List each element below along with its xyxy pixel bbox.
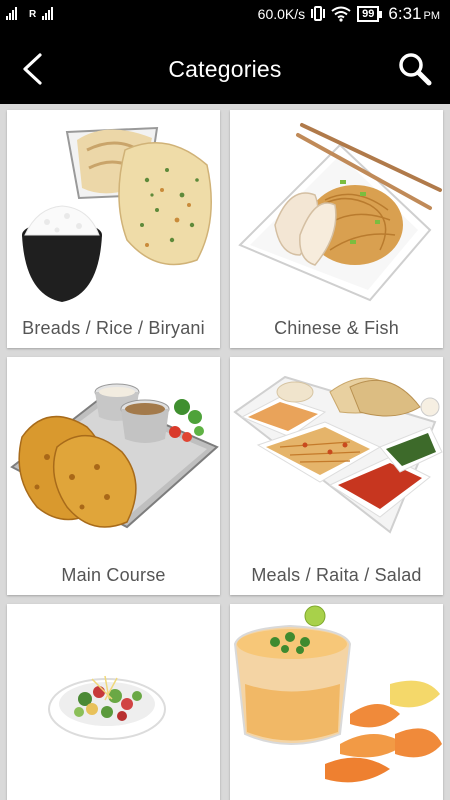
battery-icon: 99 [357, 6, 383, 22]
signal-icon [6, 6, 17, 20]
meals-raita-salad-image [233, 375, 443, 534]
breads-rice-image [22, 126, 212, 302]
signal-icon-2 [42, 6, 54, 20]
vibrate-icon [311, 5, 326, 23]
category-card-salad[interactable] [7, 604, 220, 800]
battery-level: 99 [357, 6, 380, 22]
soup-dessert-image [233, 605, 442, 783]
category-grid: Breads / Rice / Biryani Chinese & Fish M… [0, 104, 450, 800]
search-button[interactable] [392, 46, 438, 92]
category-card-soup[interactable] [230, 604, 443, 800]
search-icon [399, 53, 432, 86]
signal-label-2: R [29, 9, 37, 20]
category-label: Breads / Rice / Biryani [22, 318, 205, 338]
app-toolbar: Categories [0, 34, 450, 104]
salad-bowl-image [48, 675, 166, 740]
category-card-meals-raita-salad[interactable]: Meals / Raita / Salad [230, 357, 443, 595]
page-title: Categories [168, 56, 282, 82]
category-label: Chinese & Fish [274, 318, 399, 338]
chinese-fish-image [238, 123, 442, 302]
status-right: 60.0K/s 99 6:31 PM [258, 4, 440, 24]
category-card-main-course[interactable]: Main Course [7, 357, 220, 595]
clock-time: 6:31 [388, 4, 422, 23]
clock: 6:31 PM [388, 4, 440, 24]
clock-ampm: PM [423, 10, 441, 22]
status-left: R [6, 6, 54, 20]
category-label: Meals / Raita / Salad [251, 565, 422, 585]
wifi-icon [331, 6, 351, 22]
category-card-breads-rice-biryani[interactable]: Breads / Rice / Biryani [7, 110, 220, 348]
main-course-image [10, 383, 219, 529]
net-speed: 60.0K/s [257, 6, 306, 22]
category-label: Main Course [61, 565, 166, 585]
category-card-chinese-fish[interactable]: Chinese & Fish [230, 110, 443, 348]
status-bar: R 60.0K/s 99 6:31 PM [0, 0, 450, 34]
